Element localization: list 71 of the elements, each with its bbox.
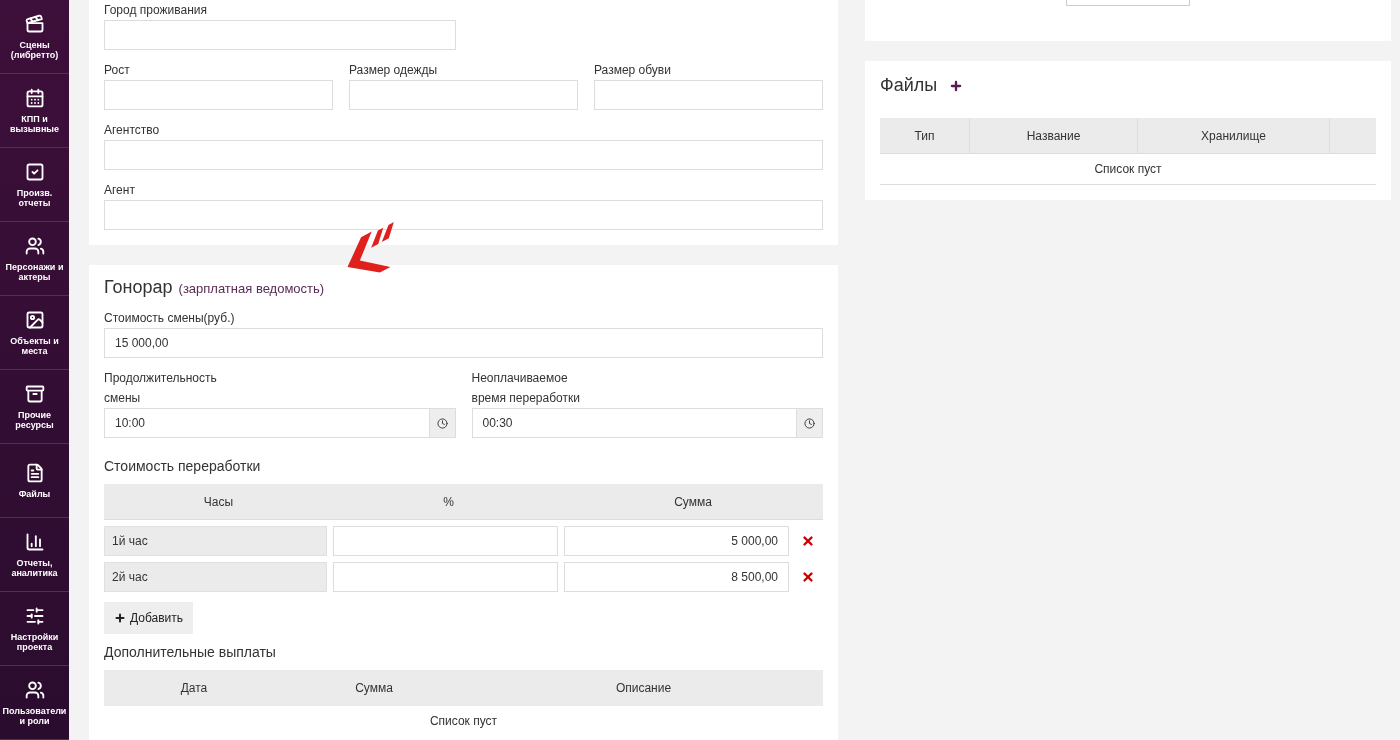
delete-icon[interactable] <box>801 570 815 584</box>
empty-message: Список пуст <box>428 713 499 730</box>
field-label: Неоплачиваемое <box>471 370 569 387</box>
column-header: Часы <box>202 493 235 511</box>
add-icon[interactable] <box>949 78 964 93</box>
field-label: Продолжительность <box>104 370 218 387</box>
field-label: Агентство <box>104 122 161 139</box>
plus-icon <box>114 612 126 624</box>
add-button[interactable]: Добавить <box>104 602 194 634</box>
bar-chart-icon <box>24 531 45 552</box>
box-icon <box>24 383 45 404</box>
field-label: Стоимость смены(руб.) <box>104 310 236 327</box>
field-label: смены <box>104 390 142 407</box>
calendar-icon <box>24 87 45 108</box>
sidebar-item[interactable]: Пользователи и роли <box>0 666 69 740</box>
field-label: время переработки <box>471 390 581 407</box>
percent-field[interactable] <box>333 562 558 592</box>
delete-icon[interactable] <box>801 534 815 548</box>
sidebar-item[interactable]: КПП и вызывные <box>0 74 69 148</box>
document-icon <box>24 462 45 483</box>
column-header: Дата <box>179 680 209 697</box>
field-label: Агент <box>104 182 136 199</box>
sidebar-item[interactable]: Файлы <box>0 444 69 518</box>
section-title: Гонорар <box>104 277 173 298</box>
sidebar-item[interactable]: Объекты и места <box>0 296 69 370</box>
input-field[interactable] <box>104 20 456 50</box>
field-label: Размер одежды <box>349 62 439 79</box>
sidebar-item[interactable]: Персонажи и актеры <box>0 222 69 296</box>
column-header: Название <box>970 118 1138 153</box>
column-header: Сумма <box>354 680 394 697</box>
input-field[interactable]: 15 000,00 <box>104 328 823 358</box>
percent-field[interactable] <box>333 526 558 556</box>
sidebar-item[interactable]: Прочие ресурсы <box>0 370 69 444</box>
sum-field[interactable]: 5 000,00 <box>564 526 789 556</box>
people-icon <box>24 235 45 256</box>
people-icon <box>24 679 45 700</box>
sidebar-item[interactable]: Произв. отчеты <box>0 148 69 222</box>
section-subtitle: (зарплатная ведомость) <box>178 281 325 296</box>
section-title: Файлы <box>880 75 938 96</box>
time-field[interactable]: 10:00 <box>104 408 429 438</box>
hours-cell: 1й час <box>104 526 327 556</box>
field-label: Рост <box>104 62 131 79</box>
sidebar-item[interactable]: Отчеты, аналитика <box>0 518 69 592</box>
checkbox-icon <box>24 161 45 182</box>
picture-icon <box>24 309 45 330</box>
column-header: Сумма <box>673 493 713 511</box>
column-header: Тип <box>880 118 970 153</box>
sidebar-item[interactable]: Сцены (либретто) <box>0 0 69 74</box>
subsection-title: Дополнительные выплаты <box>104 644 277 660</box>
column-header: Хранилище <box>1138 118 1330 153</box>
clock-button[interactable] <box>796 408 823 438</box>
column-header: % <box>442 493 455 511</box>
subsection-title: Стоимость переработки <box>104 458 262 474</box>
input-field[interactable] <box>104 140 823 170</box>
column-header: Описание <box>614 680 673 697</box>
input-field[interactable] <box>104 200 823 230</box>
hours-cell: 2й час <box>104 562 327 592</box>
time-field[interactable]: 00:30 <box>471 408 796 438</box>
input-field[interactable] <box>104 80 333 110</box>
clapperboard-icon <box>24 13 45 34</box>
sum-field[interactable]: 8 500,00 <box>564 562 789 592</box>
input-field[interactable] <box>594 80 823 110</box>
sliders-icon <box>24 605 45 626</box>
input-field[interactable] <box>349 80 578 110</box>
sidebar-item[interactable]: Настройки проекта <box>0 592 69 666</box>
field-label: Город проживания <box>104 2 208 19</box>
clock-icon <box>436 417 448 429</box>
clock-button[interactable] <box>428 408 456 438</box>
empty-message: Список пуст <box>880 154 1376 185</box>
field-label: Размер обуви <box>594 62 672 79</box>
clock-icon <box>804 417 815 429</box>
